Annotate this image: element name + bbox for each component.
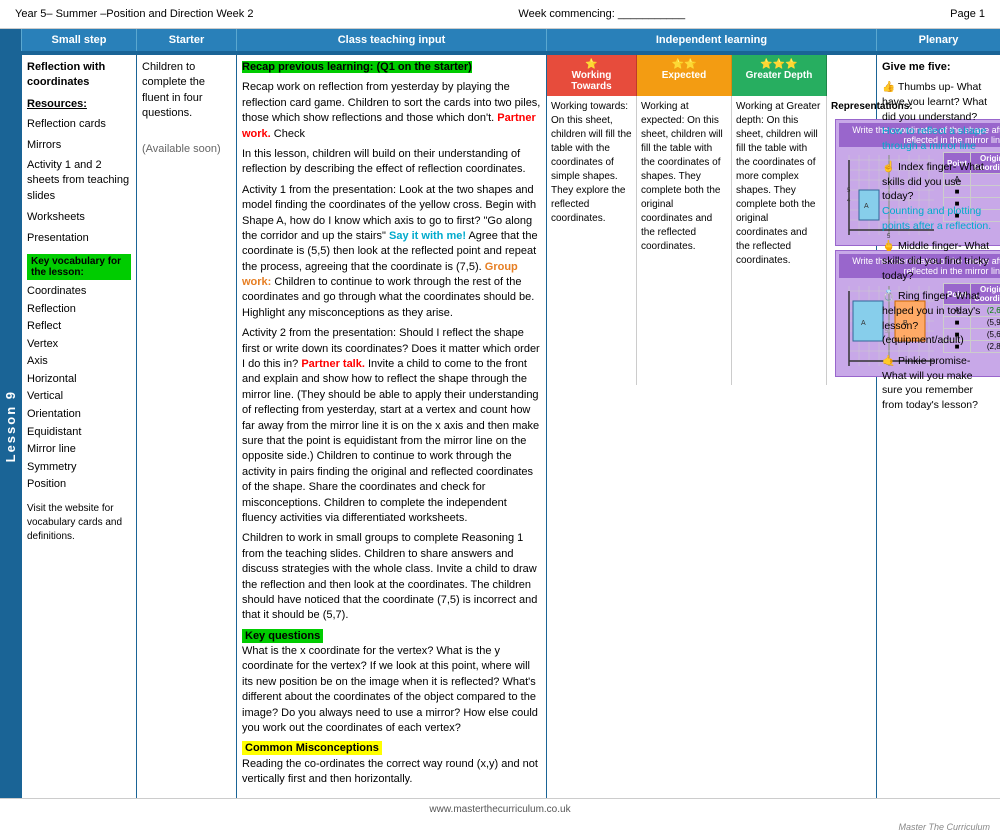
wt-text: Working towards: On this sheet, children… — [551, 100, 632, 226]
resource-worksheets: Worksheets — [27, 210, 131, 225]
plenary-thumbs: 👍 Thumbs up- What have you learnt? What … — [882, 80, 995, 153]
plenary-index: ☝️ Index finger- What skills did you use… — [882, 160, 995, 233]
vocab-list: CoordinatesReflectionReflectVertexAxisHo… — [27, 283, 131, 494]
middle-emoji: 🖕 — [882, 240, 895, 252]
key-questions-text: What is the x coordinate for the vertex?… — [242, 645, 538, 734]
watermark: Master The Curriculum — [0, 820, 1000, 834]
resource-presentation: Presentation — [27, 231, 131, 246]
exp-star: ⭐⭐ — [641, 59, 727, 70]
independent-column: ⭐ Working Towards ⭐⭐ Expected ⭐⭐⭐ Greate… — [547, 55, 877, 798]
header-week: Week commencing: ___________ — [518, 8, 685, 20]
gd-text: Working at Greater depth: On this sheet,… — [736, 100, 822, 268]
index-emoji: ☝️ — [882, 161, 895, 173]
resource-reflection-cards: Reflection cards — [27, 117, 131, 132]
thumb-text: Thumbs up- What have you learnt? What di… — [882, 81, 987, 122]
exp-text: Working at expected: On this sheet, chil… — [641, 100, 727, 254]
vocab-box: Key vocabulary for the lesson: — [27, 254, 131, 280]
footer-url: www.masterthecurriculum.co.uk — [429, 804, 570, 815]
key-questions-section: Key questions What is the x coordinate f… — [242, 629, 541, 737]
ring-emoji: 💍 — [882, 290, 895, 302]
gd-header: ⭐⭐⭐ Greater Depth — [732, 55, 827, 96]
plenary-middle: 🖕 Middle finger- What skills did you fin… — [882, 239, 995, 283]
svg-text:A: A — [864, 203, 869, 210]
teaching-column: Recap previous learning: (Q1 on the star… — [237, 55, 547, 798]
key-q-label: Key questions — [242, 629, 323, 643]
column-headers-row: Small step Starter Class teaching input … — [0, 29, 1000, 53]
starter-column: Children to complete the fluent in four … — [137, 55, 237, 798]
misconception-section: Common Misconceptions Reading the co-ord… — [242, 741, 541, 787]
pinkie-text: Pinkie promise- What will you make sure … — [882, 355, 978, 411]
thumb-link: How to reflect a shape through a mirror … — [882, 125, 986, 152]
index-text: Index finger- What skills did you use to… — [882, 161, 984, 202]
activity1-text: Activity 1 from the presentation: Look a… — [242, 183, 541, 322]
col-header-starter: Starter — [137, 29, 237, 51]
small-groups-text: Children to work in small groups to comp… — [242, 531, 541, 623]
wt-content: Working towards: On this sheet, children… — [547, 96, 637, 385]
indep-sub-headers: ⭐ Working Towards ⭐⭐ Expected ⭐⭐⭐ Greate… — [547, 55, 876, 96]
resource-mirrors: Mirrors — [27, 138, 131, 153]
pinkie-emoji: 🤙 — [882, 355, 895, 367]
misconception-text: Reading the co-ordinates the correct way… — [242, 758, 538, 785]
lesson-label: Lesson 9 — [3, 390, 18, 462]
gd-label: Greater Depth — [736, 70, 822, 81]
page-wrapper: Year 5– Summer –Position and Direction W… — [0, 0, 1000, 834]
wt-label: Working Towards — [551, 70, 632, 92]
activity2-text: Activity 2 from the presentation: Should… — [242, 326, 541, 526]
thumb-emoji: 👍 — [882, 81, 895, 93]
ring-text: Ring finger- What helped you in today's … — [882, 290, 980, 346]
header-title: Year 5– Summer –Position and Direction W… — [15, 8, 253, 20]
resource-activity: Activity 1 and 2 sheets from teaching sl… — [27, 158, 131, 204]
svg-text:5: 5 — [847, 188, 851, 194]
col-header-plenary: Plenary — [877, 29, 1000, 51]
svg-text:A: A — [861, 320, 866, 327]
svg-text:4: 4 — [847, 198, 851, 204]
main-content-row: Lesson 9 Reflection with coordinates Res… — [0, 53, 1000, 798]
recap-label: Recap previous learning: (Q1 on the star… — [242, 61, 472, 73]
starter-text1: Children to complete the fluent in four … — [142, 60, 231, 122]
wt-star: ⭐ — [551, 59, 632, 70]
middle-text: Middle finger- What skills did you find … — [882, 240, 989, 281]
index-link: Counting and plotting points after a ref… — [882, 205, 991, 232]
plenary-column: Give me five: 👍 Thumbs up- What have you… — [877, 55, 1000, 798]
indep-content-area: Working towards: On this sheet, children… — [547, 96, 876, 385]
exp-content: Working at expected: On this sheet, chil… — [637, 96, 732, 385]
page-header: Year 5– Summer –Position and Direction W… — [0, 0, 1000, 29]
col-header-independent: Independent learning — [547, 29, 877, 51]
gd-star: ⭐⭐⭐ — [736, 59, 822, 70]
header-page: Page 1 — [950, 8, 985, 20]
para1: In this lesson, children will build on t… — [242, 147, 541, 178]
website-note: Visit the website for vocabulary cards a… — [27, 502, 131, 544]
misconception-label: Common Misconceptions — [242, 741, 382, 755]
plenary-intro: Give me five: — [882, 60, 995, 75]
watermark-text: Master The Curriculum — [898, 822, 990, 832]
small-step-title: Reflection with coordinates — [27, 60, 131, 91]
exp-header: ⭐⭐ Expected — [637, 55, 732, 96]
small-step-column: Reflection with coordinates Resources: R… — [22, 55, 137, 798]
lesson-number-column: Lesson 9 — [0, 55, 22, 798]
plenary-pinkie: 🤙 Pinkie promise- What will you make sur… — [882, 354, 995, 413]
resources-label: Resources: — [27, 97, 131, 112]
wt-header: ⭐ Working Towards — [547, 55, 637, 96]
col-header-teaching: Class teaching input — [237, 29, 547, 51]
plenary-ring: 💍 Ring finger- What helped you in today'… — [882, 289, 995, 348]
rep-header-spacer — [827, 55, 876, 96]
gd-content: Working at Greater depth: On this sheet,… — [732, 96, 827, 385]
exp-label: Expected — [641, 70, 727, 81]
col-header-small-step: Small step — [22, 29, 137, 51]
starter-text2: (Available soon) — [142, 142, 231, 157]
recap-text: Recap work on reflection from yesterday … — [242, 80, 541, 142]
page-footer: www.masterthecurriculum.co.uk — [0, 798, 1000, 820]
